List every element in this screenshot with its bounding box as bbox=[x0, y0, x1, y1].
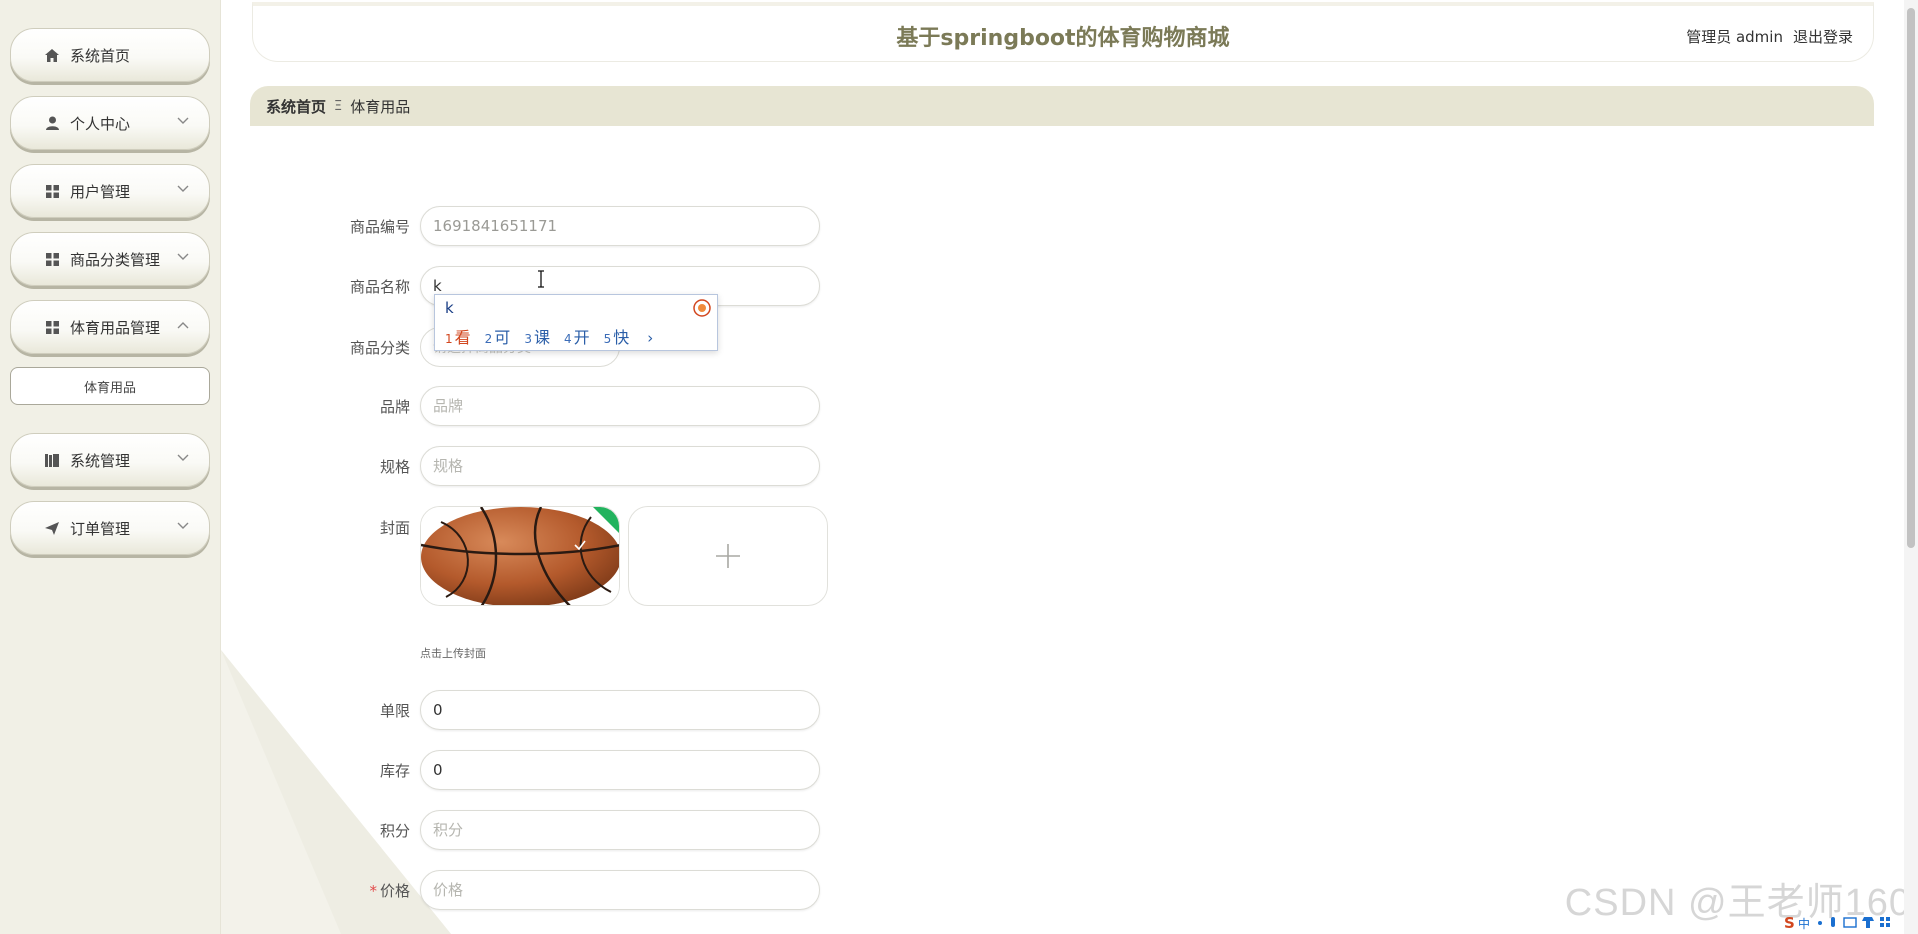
chevron-up-icon bbox=[177, 322, 189, 329]
cover-label: 封面 bbox=[379, 519, 410, 537]
sidebar-item-label: 系统首页 bbox=[70, 46, 131, 65]
limit-label: 单限 bbox=[379, 702, 410, 720]
limit-input[interactable] bbox=[420, 690, 820, 730]
chevron-down-icon bbox=[177, 185, 189, 192]
top-header: 基于springboot的体育购物商城 管理员 admin 退出登录 bbox=[252, 2, 1874, 62]
main-content: 基于springboot的体育购物商城 管理员 admin 退出登录 系统首页 … bbox=[221, 0, 1918, 934]
user-area: 管理员 admin 退出登录 bbox=[1686, 26, 1853, 47]
home-icon bbox=[44, 47, 60, 63]
breadcrumb-current: 体育用品 bbox=[350, 97, 411, 116]
scrollbar[interactable] bbox=[1904, 0, 1918, 934]
sidebar-item-user-management[interactable]: 用户管理 bbox=[10, 164, 210, 218]
spec-label: 规格 bbox=[379, 458, 410, 476]
spec-input[interactable] bbox=[420, 446, 820, 486]
product-category-label: 商品分类 bbox=[349, 339, 410, 357]
ime-tray-icons: S 中 bbox=[1784, 914, 1890, 932]
grid-icon bbox=[44, 319, 60, 335]
required-mark: * bbox=[369, 882, 377, 900]
sidebar-item-label: 系统管理 bbox=[70, 451, 131, 470]
ime-candidate[interactable]: 2可 bbox=[485, 324, 511, 348]
breadcrumb: 系统首页 Ξ 体育用品 bbox=[250, 86, 1874, 126]
ime-candidate[interactable]: 3课 bbox=[524, 324, 550, 348]
product-code-input[interactable] bbox=[420, 206, 820, 246]
upload-hint: 点击上传封面 bbox=[420, 647, 486, 660]
points-input[interactable] bbox=[420, 810, 820, 850]
points-label: 积分 bbox=[379, 822, 410, 840]
book-icon bbox=[44, 452, 60, 468]
ime-candidates: 1看 2可 3课 4开 5快 › bbox=[445, 324, 653, 348]
ime-candidate[interactable]: 1看 bbox=[445, 324, 471, 348]
sidebar-item-category-management[interactable]: 商品分类管理 bbox=[10, 232, 210, 286]
sidebar-subitem-label: 体育用品 bbox=[83, 380, 136, 396]
text-cursor-icon bbox=[538, 270, 544, 288]
grid-icon bbox=[44, 183, 60, 199]
stock-label: 库存 bbox=[379, 762, 410, 780]
chevron-down-icon bbox=[177, 117, 189, 124]
sidebar-item-order-management[interactable]: 订单管理 bbox=[10, 501, 210, 555]
ime-composition: k bbox=[445, 299, 454, 317]
send-icon bbox=[44, 520, 60, 536]
ime-next-page[interactable]: › bbox=[647, 329, 653, 347]
sidebar-item-label: 订单管理 bbox=[70, 519, 131, 538]
sidebar-item-system-management[interactable]: 系统管理 bbox=[10, 433, 210, 487]
sidebar-item-label: 个人中心 bbox=[70, 114, 131, 133]
upload-cover-button[interactable] bbox=[628, 506, 828, 606]
brand-label: 品牌 bbox=[379, 398, 410, 416]
sidebar-item-home[interactable]: 系统首页 bbox=[10, 28, 210, 82]
logout-link[interactable]: 退出登录 bbox=[1793, 26, 1853, 47]
admin-label: 管理员 admin bbox=[1686, 28, 1783, 46]
product-name-label: 商品名称 bbox=[349, 278, 410, 296]
brand-input[interactable] bbox=[420, 386, 820, 426]
ime-candidate[interactable]: 5快 bbox=[604, 324, 630, 348]
breadcrumb-home[interactable]: 系统首页 bbox=[266, 96, 326, 117]
svg-text:中: 中 bbox=[1798, 916, 1810, 931]
price-label: * 价格 bbox=[290, 880, 410, 901]
user-icon bbox=[44, 115, 60, 131]
product-code-label: 商品编号 bbox=[349, 218, 410, 236]
site-title: 基于springboot的体育购物商城 bbox=[896, 26, 1230, 51]
grid-icon bbox=[44, 251, 60, 267]
chevron-down-icon bbox=[177, 454, 189, 461]
ime-toolbar: S 中 bbox=[1784, 912, 1914, 932]
breadcrumb-separator: Ξ bbox=[334, 98, 343, 114]
basketball-image bbox=[421, 507, 619, 605]
sidebar-item-personal-center[interactable]: 个人中心 bbox=[10, 96, 210, 150]
chevron-down-icon bbox=[177, 253, 189, 260]
stock-input[interactable] bbox=[420, 750, 820, 790]
sidebar-subitem-sports-goods[interactable]: 体育用品 bbox=[10, 367, 210, 405]
ime-logo-icon bbox=[693, 299, 711, 317]
sidebar-item-label: 体育用品管理 bbox=[70, 318, 161, 337]
plus-icon bbox=[716, 544, 740, 568]
sidebar-item-label: 商品分类管理 bbox=[70, 250, 161, 269]
ime-candidate[interactable]: 4开 bbox=[564, 324, 590, 348]
ime-candidate-window: k 1看 2可 3课 4开 5快 › bbox=[434, 294, 718, 351]
sidebar: 系统首页 个人中心 用户管理 商品分类管理 体育用品管理 体育用品 系统管理 订… bbox=[0, 0, 221, 934]
price-label-text: 价格 bbox=[379, 882, 410, 900]
svg-text:S: S bbox=[1784, 914, 1795, 932]
sidebar-item-sports-goods-management[interactable]: 体育用品管理 bbox=[10, 300, 210, 354]
cover-image[interactable] bbox=[420, 506, 620, 606]
chevron-down-icon bbox=[177, 522, 189, 529]
price-input[interactable] bbox=[420, 870, 820, 910]
sidebar-item-label: 用户管理 bbox=[70, 182, 131, 201]
scrollbar-thumb[interactable] bbox=[1907, 8, 1915, 548]
